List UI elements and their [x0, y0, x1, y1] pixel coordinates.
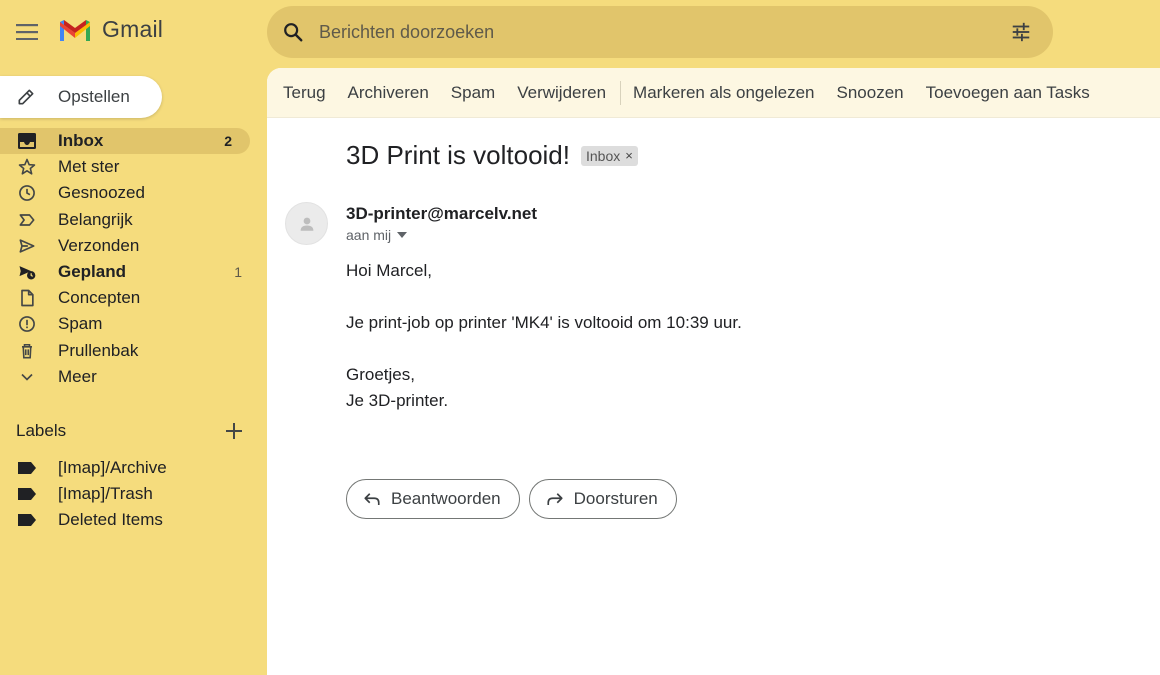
search-button[interactable]	[267, 6, 319, 58]
body-signature: Je 3D-printer.	[346, 391, 449, 410]
body-closing: Groetjes,	[346, 365, 415, 384]
remove-label-button[interactable]: ×	[625, 148, 633, 163]
important-icon	[17, 210, 37, 230]
mark-unread-button[interactable]: Markeren als ongelezen	[633, 83, 814, 103]
sender-address[interactable]: 3D-printer@marcelv.net	[346, 204, 537, 224]
label-chip-text: Inbox	[585, 147, 621, 164]
pencil-icon	[16, 86, 38, 108]
sidebar-item-starred[interactable]: Met ster	[0, 154, 260, 180]
send-icon	[17, 236, 37, 256]
body-text: Je print-job op printer 'MK4' is voltooi…	[346, 313, 742, 332]
subject-row: 3D Print is voltooid! Inbox ×	[346, 140, 638, 171]
label-item-archive[interactable]: [Imap]/Archive	[0, 455, 260, 481]
sidebar-item-label: Prullenbak	[58, 340, 139, 360]
label-name: [Imap]/Archive	[58, 458, 167, 477]
sidebar-item-more[interactable]: Meer	[0, 364, 260, 390]
gmail-logo[interactable]: Gmail	[58, 16, 163, 43]
message-body: Hoi Marcel, Je print-job op printer 'MK4…	[346, 258, 742, 414]
report-spam-button[interactable]: Spam	[451, 83, 495, 103]
message-subject: 3D Print is voltooid!	[346, 140, 570, 170]
archive-button[interactable]: Archiveren	[348, 83, 429, 103]
sidebar-item-label: Belangrijk	[58, 209, 133, 229]
label-name: Deleted Items	[58, 510, 163, 529]
compose-label: Opstellen	[58, 87, 130, 106]
reply-button[interactable]: Beantwoorden	[346, 479, 520, 519]
star-icon	[17, 157, 37, 177]
trash-icon	[17, 341, 37, 361]
search-icon	[284, 23, 303, 42]
dropdown-arrow-icon	[397, 232, 408, 238]
sidebar-nav: Inbox 2 Met ster Gesnoozed Belangrijk Ve…	[0, 128, 260, 390]
app-name: Gmail	[102, 16, 164, 42]
gmail-m-icon	[60, 19, 90, 41]
sidebar-item-label: Gepland	[58, 262, 127, 282]
sidebar-item-scheduled[interactable]: Gepland 1	[0, 259, 260, 285]
inbox-icon	[17, 131, 37, 151]
sidebar-item-sent[interactable]: Verzonden	[0, 233, 260, 259]
sidebar-item-label: Concepten	[58, 288, 141, 308]
label-item-trash[interactable]: [Imap]/Trash	[0, 481, 260, 507]
main-menu-button[interactable]	[12, 17, 42, 47]
scheduled-icon	[17, 262, 37, 282]
label-name: [Imap]/Trash	[58, 484, 153, 503]
sidebar-item-label: Inbox	[58, 131, 104, 151]
compose-button[interactable]: Opstellen	[0, 76, 162, 118]
search-options-button[interactable]	[997, 8, 1045, 56]
reply-icon	[364, 493, 380, 505]
person-icon	[300, 217, 313, 231]
reply-label: Beantwoorden	[391, 489, 501, 508]
search-bar[interactable]	[267, 6, 1053, 58]
forward-button[interactable]: Doorsturen	[528, 479, 677, 519]
sidebar-item-spam[interactable]: Spam	[0, 311, 260, 337]
message-toolbar: Terug Archiveren Spam Verwijderen Marker…	[267, 68, 1160, 118]
body-greeting: Hoi Marcel,	[346, 261, 432, 280]
sidebar-item-inbox[interactable]: Inbox 2	[0, 128, 250, 155]
sidebar-item-label: Verzonden	[58, 235, 140, 255]
sidebar-item-label: Gesnoozed	[58, 183, 145, 203]
top-bar: Gmail	[0, 0, 1160, 66]
menu-icon	[16, 24, 38, 40]
forward-icon	[547, 493, 563, 505]
draft-icon	[17, 288, 37, 308]
recipient-details-toggle[interactable]: aan mij	[346, 227, 408, 243]
sidebar-item-trash[interactable]: Prullenbak	[0, 338, 260, 364]
unread-count: 2	[224, 133, 232, 150]
plus-icon	[226, 423, 242, 439]
label-icon	[17, 458, 37, 478]
delete-button[interactable]: Verwijderen	[517, 83, 606, 103]
clock-icon	[17, 183, 37, 203]
sidebar-item-important[interactable]: Belangrijk	[0, 207, 260, 233]
label-icon	[17, 484, 37, 504]
scheduled-count: 1	[234, 264, 242, 281]
sidebar-item-label: Meer	[58, 366, 97, 386]
create-label-button[interactable]	[222, 419, 246, 443]
labels-header: Labels	[16, 420, 246, 442]
label-chip: Inbox ×	[580, 145, 638, 166]
sidebar-item-label: Spam	[58, 314, 103, 334]
recipient-text: aan mij	[346, 227, 392, 243]
snooze-button[interactable]: Snoozen	[837, 83, 904, 103]
sidebar-item-snoozed[interactable]: Gesnoozed	[0, 180, 260, 206]
message-actions: Beantwoorden Doorsturen	[346, 479, 677, 519]
forward-label: Doorsturen	[573, 489, 658, 508]
back-button[interactable]: Terug	[283, 83, 326, 103]
sidebar-item-drafts[interactable]: Concepten	[0, 285, 260, 311]
label-item-deleted-items[interactable]: Deleted Items	[0, 507, 260, 533]
avatar[interactable]	[285, 202, 328, 245]
add-to-tasks-button[interactable]: Toevoegen aan Tasks	[926, 83, 1090, 103]
label-icon	[17, 510, 37, 530]
chevron-down-icon	[17, 367, 37, 387]
tune-icon	[1012, 22, 1030, 42]
spam-icon	[17, 314, 37, 334]
search-input[interactable]	[319, 6, 997, 58]
message-view: Terug Archiveren Spam Verwijderen Marker…	[267, 68, 1160, 675]
label-list: [Imap]/Archive [Imap]/Trash Deleted Item…	[0, 455, 260, 533]
sidebar-item-label: Met ster	[58, 157, 120, 177]
toolbar-divider	[620, 80, 622, 105]
labels-title: Labels	[16, 421, 67, 440]
